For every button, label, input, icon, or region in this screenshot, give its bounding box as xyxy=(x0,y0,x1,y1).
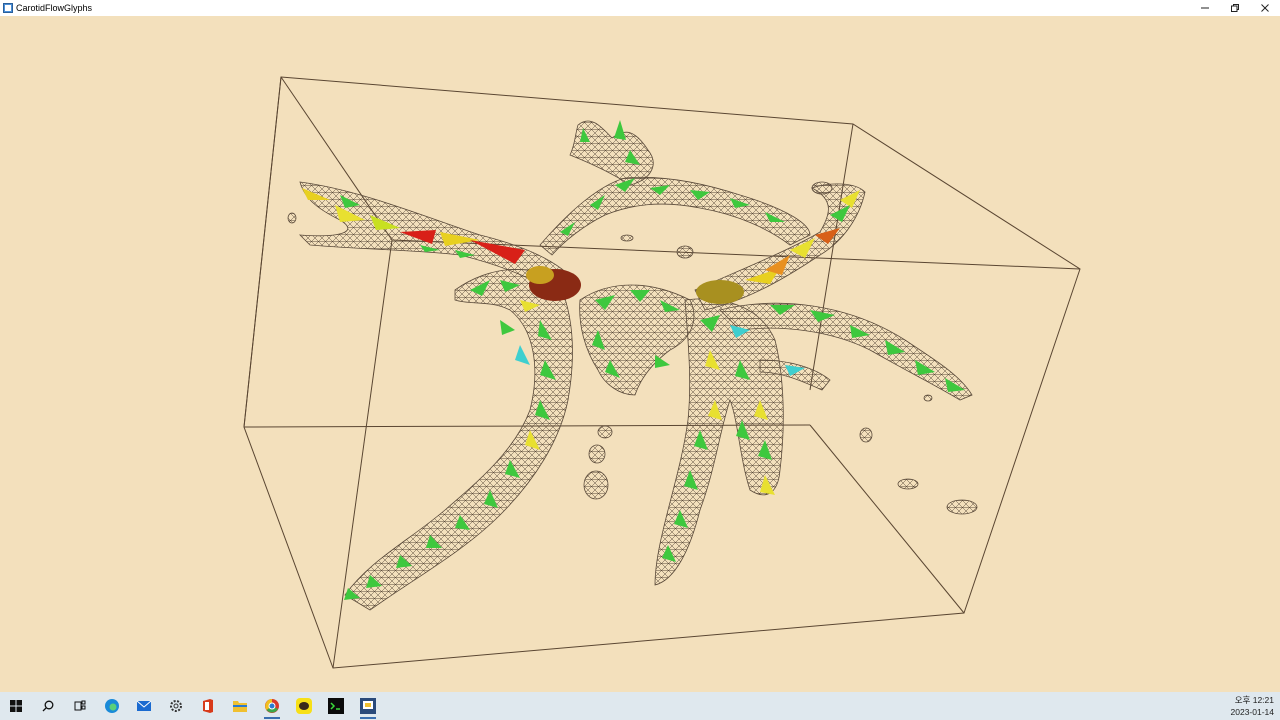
file-explorer-icon xyxy=(233,701,247,712)
edge-icon xyxy=(105,699,119,713)
chrome-button[interactable] xyxy=(256,692,288,720)
taskbar: 오후 12:21 2023-01-14 xyxy=(0,692,1280,720)
kakaotalk-button[interactable] xyxy=(288,692,320,720)
kakaotalk-icon xyxy=(296,698,312,714)
task-view-icon xyxy=(74,700,86,711)
render-canvas[interactable] xyxy=(0,16,1280,692)
app-window-icon xyxy=(3,3,13,13)
app-window: CarotidFlowGlyphs xyxy=(0,0,1280,692)
window-controls xyxy=(1190,0,1280,16)
office-button[interactable] xyxy=(192,692,224,720)
3d-viewport[interactable] xyxy=(0,16,1280,692)
app-icon xyxy=(360,698,376,714)
window-title: CarotidFlowGlyphs xyxy=(16,3,93,13)
chrome-icon xyxy=(265,699,279,713)
settings-button[interactable] xyxy=(160,692,192,720)
close-icon xyxy=(1261,4,1269,12)
file-explorer-button[interactable] xyxy=(224,692,256,720)
minimize-button[interactable] xyxy=(1190,0,1220,16)
terminal-button[interactable] xyxy=(320,692,352,720)
windows-start-button[interactable] xyxy=(0,692,32,720)
mail-button[interactable] xyxy=(128,692,160,720)
clock-time: 오후 12:21 xyxy=(1234,695,1274,705)
system-clock[interactable]: 오후 12:21 2023-01-14 xyxy=(1231,694,1274,718)
vessel-mesh xyxy=(298,120,973,611)
mail-icon xyxy=(136,700,152,711)
app-taskbar-button[interactable] xyxy=(352,692,384,720)
restore-icon xyxy=(1231,4,1239,12)
office-icon xyxy=(203,699,213,713)
terminal-icon xyxy=(328,698,344,714)
close-button[interactable] xyxy=(1250,0,1280,16)
edge-button[interactable] xyxy=(96,692,128,720)
minimize-icon xyxy=(1201,7,1209,9)
windows-start-icon xyxy=(10,700,22,712)
restore-button[interactable] xyxy=(1220,0,1250,16)
title-bar[interactable]: CarotidFlowGlyphs xyxy=(0,0,1280,16)
clock-date: 2023-01-14 xyxy=(1230,707,1274,717)
settings-icon xyxy=(170,700,182,712)
search-button[interactable] xyxy=(32,692,64,720)
search-icon xyxy=(42,700,54,712)
task-view-button[interactable] xyxy=(64,692,96,720)
